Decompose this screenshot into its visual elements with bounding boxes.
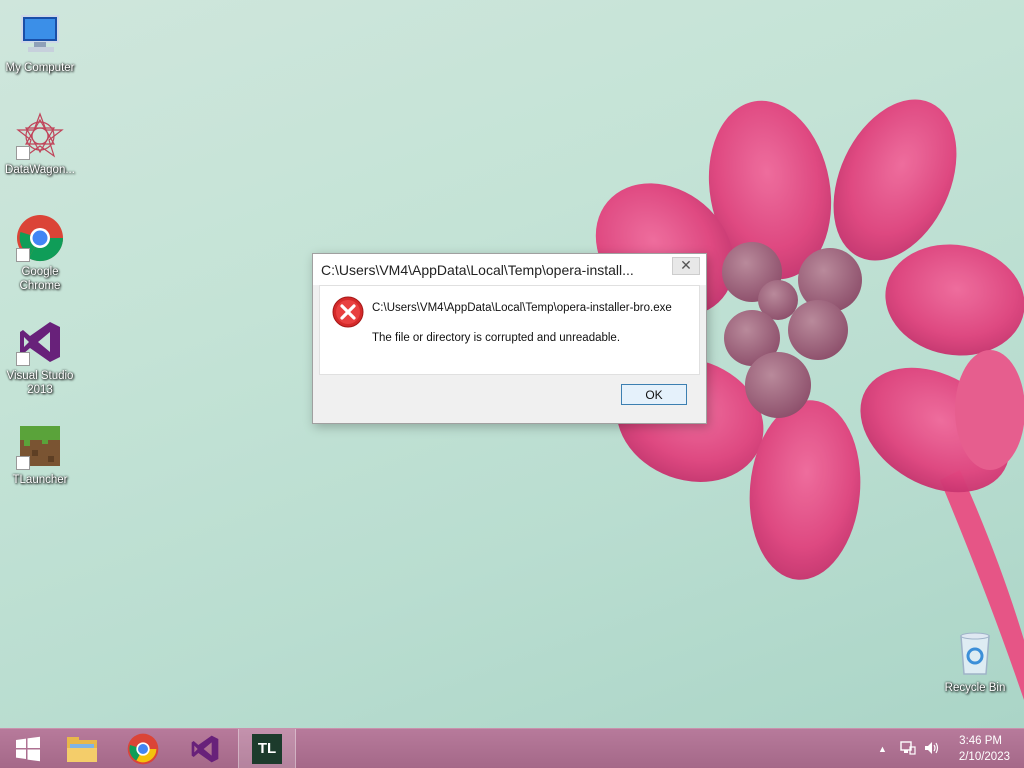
dialog-message: The file or directory is corrupted and u…: [372, 332, 621, 344]
error-dialog: C:\Users\VM4\AppData\Local\Temp\opera-in…: [312, 253, 707, 424]
desktop-icon-google-chrome[interactable]: Google Chrome: [1, 214, 79, 293]
taskbar: TL ▲ 3:46 PM 2/10/2023: [0, 728, 1024, 768]
chrome-icon: [16, 214, 64, 262]
desktop: My Computer DataWagon... Google Chrome V…: [0, 0, 1024, 768]
close-button[interactable]: ✕: [672, 257, 700, 275]
dialog-file-path: C:\Users\VM4\AppData\Local\Temp\opera-in…: [372, 302, 672, 314]
shortcut-arrow-icon: [16, 146, 30, 160]
desktop-icon-label: Visual Studio 2013: [6, 370, 74, 396]
desktop-icon-label: Google Chrome: [19, 266, 61, 292]
desktop-icon-visual-studio[interactable]: Visual Studio 2013: [1, 318, 79, 397]
desktop-icon-label: Recycle Bin: [944, 682, 1006, 694]
visual-studio-icon: [191, 735, 219, 763]
taskbar-chrome[interactable]: [115, 729, 171, 768]
desktop-icon-tlauncher[interactable]: TLauncher: [1, 422, 79, 487]
desktop-icon-label: DataWagon...: [5, 164, 75, 176]
shortcut-arrow-icon: [16, 456, 30, 470]
dialog-title: C:\Users\VM4\AppData\Local\Temp\opera-in…: [321, 262, 634, 278]
taskbar-file-explorer[interactable]: [54, 729, 110, 768]
network-icon[interactable]: [900, 741, 916, 758]
taskbar-tlauncher[interactable]: TL: [238, 729, 296, 768]
start-button[interactable]: [0, 729, 56, 768]
tlauncher-icon: TL: [252, 734, 282, 764]
windows-logo-icon: [16, 736, 40, 762]
shortcut-arrow-icon: [16, 352, 30, 366]
clock-time[interactable]: 3:46 PM: [959, 735, 1002, 747]
chrome-icon: [127, 733, 159, 765]
recycle-bin-icon: [951, 630, 999, 678]
clock-date[interactable]: 2/10/2023: [959, 751, 1010, 763]
desktop-icon-datawagon[interactable]: DataWagon...: [1, 112, 79, 177]
folder-icon: [67, 737, 97, 762]
taskbar-visual-studio[interactable]: [177, 729, 233, 768]
visual-studio-icon: [16, 318, 64, 366]
dialog-body: C:\Users\VM4\AppData\Local\Temp\opera-in…: [319, 285, 700, 375]
tlauncher-icon: [16, 422, 64, 470]
volume-icon[interactable]: [924, 741, 940, 758]
computer-icon: [16, 10, 64, 58]
desktop-icon-my-computer[interactable]: My Computer: [1, 10, 79, 75]
ok-button[interactable]: OK: [621, 384, 687, 405]
desktop-icon-recycle-bin[interactable]: Recycle Bin: [936, 630, 1014, 695]
datawagon-icon: [16, 112, 64, 160]
error-icon: [332, 296, 364, 328]
system-tray: ▲ 3:46 PM 2/10/2023: [864, 729, 1024, 768]
dialog-titlebar[interactable]: C:\Users\VM4\AppData\Local\Temp\opera-in…: [313, 254, 706, 285]
show-hidden-icons-chevron-icon[interactable]: ▲: [878, 744, 887, 754]
desktop-icon-label: My Computer: [5, 62, 75, 74]
shortcut-arrow-icon: [16, 248, 30, 262]
desktop-icon-label: TLauncher: [12, 474, 68, 486]
tlauncher-icon-text: TL: [257, 740, 277, 757]
